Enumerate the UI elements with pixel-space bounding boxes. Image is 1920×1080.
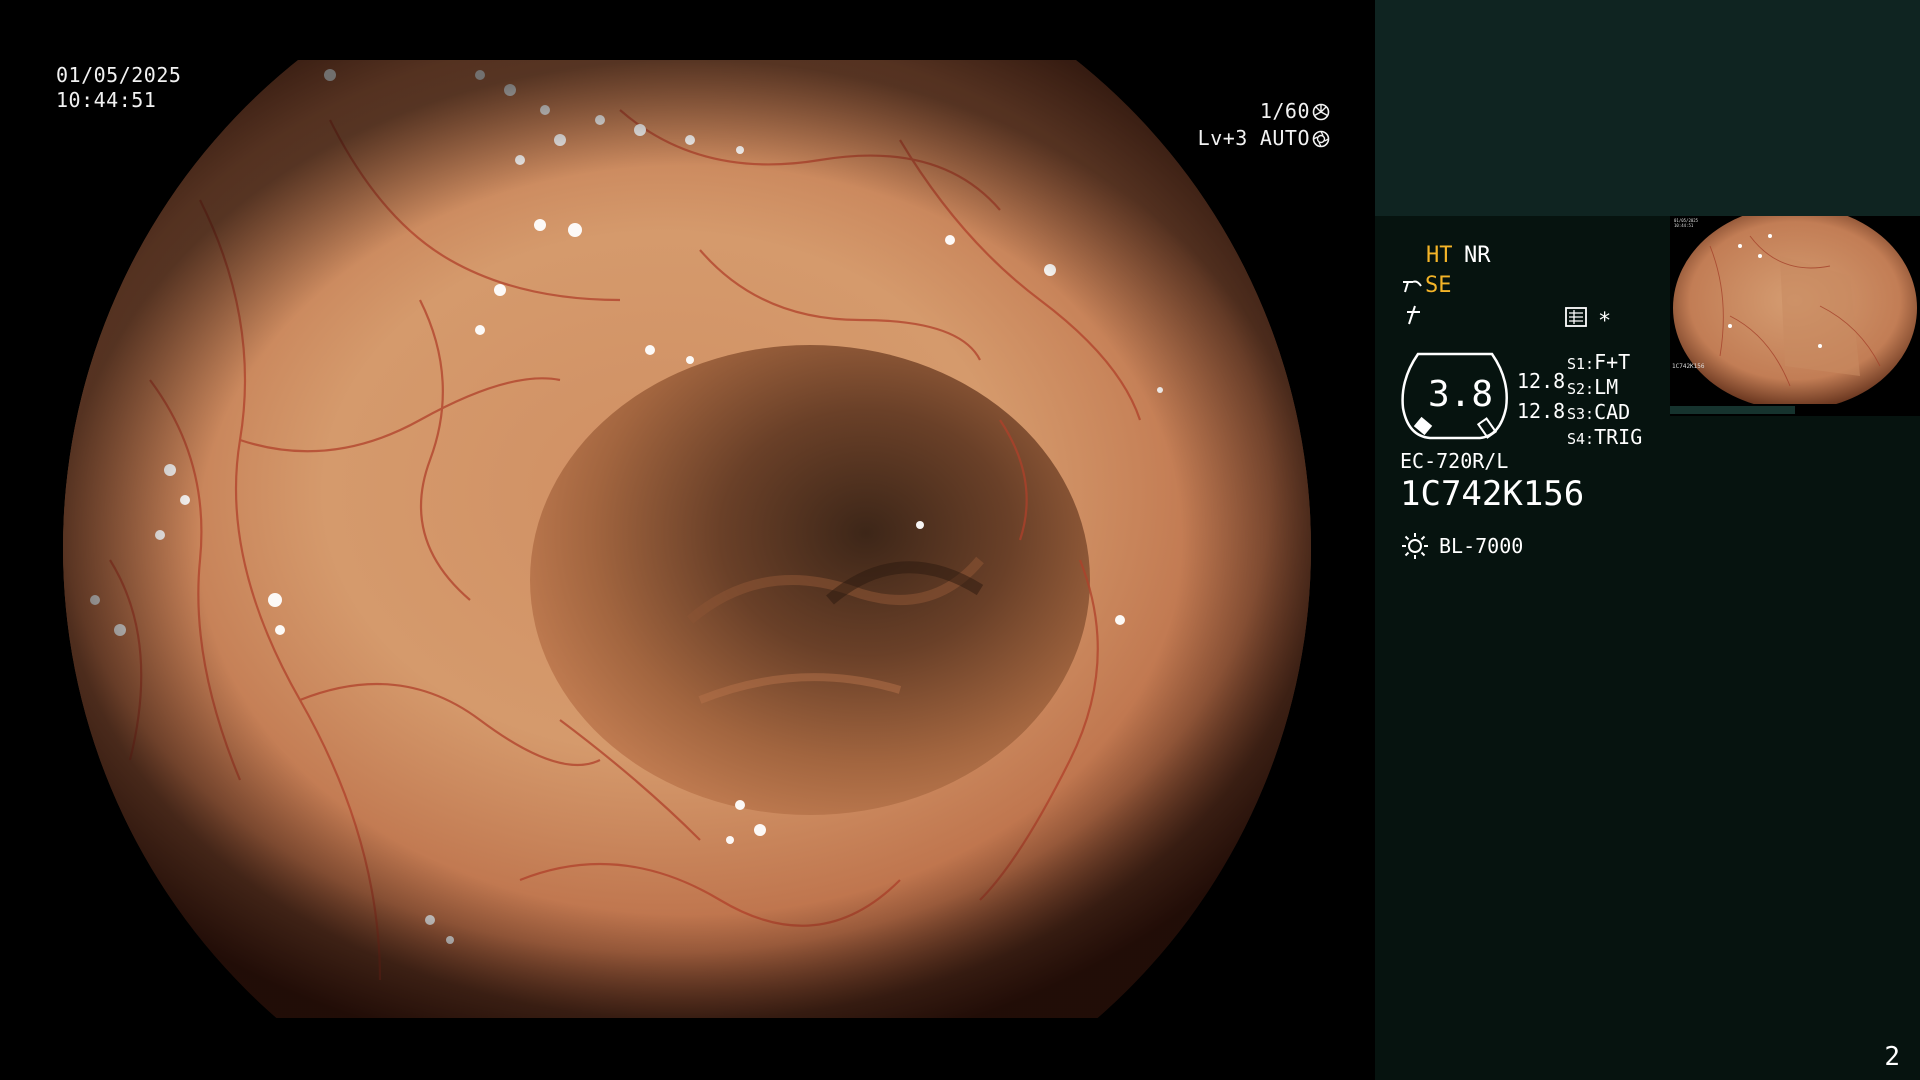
star-indicator: * xyxy=(1598,309,1612,334)
info-side-panel: HT NR SE * 3.8 12.8 12.8 S1:F+T S2:LM S3… xyxy=(1375,0,1920,1080)
switch-item: S1:F+T xyxy=(1567,350,1642,375)
aperture-icon xyxy=(1312,103,1330,120)
memory-icon xyxy=(1565,307,1587,327)
zoom-top-value: 12.8 xyxy=(1517,369,1566,393)
switch-key: S3: xyxy=(1567,405,1595,423)
page-number: 2 xyxy=(1884,1042,1900,1072)
light-source-icon xyxy=(1402,533,1428,559)
structure-enhance-icon xyxy=(1403,280,1422,293)
switch-list: S1:F+T S2:LM S3:CAD S4:TRIG xyxy=(1567,350,1642,450)
exposure-readout: 1/60 Lv+3 AUTO xyxy=(1198,98,1330,152)
zoom-bottom-value: 12.8 xyxy=(1517,399,1566,423)
nr-indicator: NR xyxy=(1464,243,1491,268)
switch-item: S4:TRIG xyxy=(1567,425,1642,450)
datetime-readout: 01/05/2025 10:44:51 xyxy=(56,63,181,113)
side-panel-header-area xyxy=(1375,0,1920,216)
endoscopic-image xyxy=(0,0,1375,1080)
light-source-label: BL-7000 xyxy=(1439,534,1524,558)
captured-image-thumbnail[interactable]: 01/05/2025 10:44:51 1C742K156 xyxy=(1670,216,1920,404)
side-panel-info-area: HT NR SE * 3.8 12.8 12.8 S1:F+T S2:LM S3… xyxy=(1375,216,1920,1080)
scope-model: EC-720R/L xyxy=(1400,449,1509,473)
switch-value: F+T xyxy=(1594,350,1631,374)
scope-serial: 1C742K156 xyxy=(1400,474,1585,514)
switch-item: S2:LM xyxy=(1567,375,1642,400)
shutter-text: 1/60 xyxy=(1259,99,1310,123)
thumbnail-time: 10:44:51 xyxy=(1674,223,1694,228)
thumbnail-serial: 1C742K156 xyxy=(1672,363,1705,370)
ht-indicator: HT xyxy=(1426,243,1453,268)
switch-value: CAD xyxy=(1594,400,1631,424)
switch-item: S3:CAD xyxy=(1567,400,1642,425)
switch-key: S2: xyxy=(1567,380,1595,398)
zoom-value: 3.8 xyxy=(1428,374,1494,415)
iris-icon xyxy=(1312,130,1330,147)
thumbnail-status-bar xyxy=(1670,404,1920,416)
thumbnail-progress-segment xyxy=(1670,406,1795,414)
endoscope-view: 01/05/2025 10:44:51 1/60 Lv+3 AUTO xyxy=(0,0,1375,1080)
date-text: 01/05/2025 xyxy=(56,63,182,87)
switch-key: S1: xyxy=(1567,355,1595,373)
switch-value: LM xyxy=(1594,375,1619,399)
time-text: 10:44:51 xyxy=(56,88,157,112)
exposure-mode-text: AUTO xyxy=(1259,126,1310,150)
thumbnail-image: 01/05/2025 10:44:51 1C742K156 xyxy=(1672,216,1917,404)
se-indicator: SE xyxy=(1425,273,1452,298)
level-text: Lv+3 xyxy=(1197,126,1248,150)
switch-value: TRIG xyxy=(1594,425,1643,449)
color-mode-icon xyxy=(1407,305,1420,325)
switch-key: S4: xyxy=(1567,430,1595,448)
